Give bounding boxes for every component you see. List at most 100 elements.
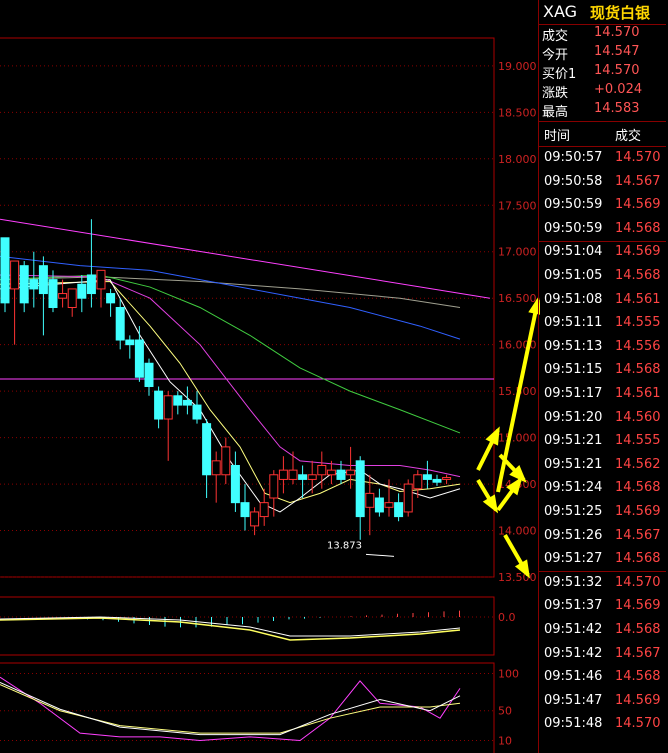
candle-body: [442, 477, 452, 480]
quote-row: 买价1 14.570: [538, 63, 666, 82]
tick-price: 14.568: [615, 362, 661, 378]
tick-row: 09:51:24 14.568: [538, 477, 666, 501]
quote-label: 成交: [542, 29, 569, 44]
ticks-price-header: 成交: [615, 129, 642, 144]
tick-price: 14.569: [615, 244, 661, 260]
tick-price: 14.570: [615, 716, 661, 732]
tick-time: 09:51:17: [544, 386, 603, 401]
quote-row: 最高 14.583: [538, 101, 666, 120]
tick-price: 14.561: [615, 386, 661, 401]
macd-dea-line: [0, 616, 461, 637]
tick-time: 09:51:13: [544, 338, 603, 354]
candle-body: [278, 469, 288, 480]
candle-body: [19, 265, 29, 304]
tick-time: 09:51:47: [544, 692, 603, 708]
candle-body: [259, 502, 269, 518]
candle-body: [394, 502, 404, 518]
tick-price: 14.569: [615, 197, 661, 213]
candle-body: [48, 279, 58, 309]
moving-average-line: [0, 279, 461, 513]
tick-time: 09:51:21: [544, 456, 603, 472]
tick-row: 09:50:58 14.567: [538, 171, 666, 195]
tick-time: 09:51:21: [544, 433, 603, 449]
tick-row: 09:51:08 14.561: [538, 289, 666, 313]
kdj-tick-label: 100: [498, 667, 519, 680]
tick-time: 09:51:42: [544, 645, 603, 661]
symbol-name: 现货白银: [590, 4, 651, 22]
macd-tick-label: 0.0: [498, 611, 516, 624]
candle-body: [346, 469, 356, 476]
tick-price: 14.568: [615, 551, 661, 567]
y-tick-label: 18.500: [498, 106, 537, 119]
tick-price: 14.568: [615, 480, 661, 496]
arrow-head: [485, 426, 500, 446]
candle-body: [134, 339, 144, 378]
tick-price: 14.568: [615, 220, 661, 236]
y-tick-label: 19.000: [498, 60, 537, 73]
quote-label: 今开: [542, 48, 569, 63]
candle-body: [413, 474, 423, 490]
tick-time: 09:51:15: [544, 362, 603, 378]
quote-value: 14.570: [594, 25, 640, 40]
tick-price: 14.568: [615, 669, 661, 685]
tick-time: 09:50:58: [544, 173, 603, 189]
tick-row: 09:50:57 14.570: [538, 147, 666, 171]
candle-body: [106, 293, 116, 304]
macd-dif-line: [0, 617, 461, 641]
tick-price: 14.570: [615, 574, 661, 590]
candle-body: [154, 390, 164, 420]
candle-body: [38, 265, 48, 295]
candle-body: [307, 474, 317, 480]
tick-row: 09:51:21 14.562: [538, 454, 666, 478]
tick-price: 14.555: [615, 315, 661, 331]
tick-row: 09:51:32 14.570: [538, 572, 666, 596]
tick-time: 09:50:57: [544, 150, 603, 165]
tick-row: 09:50:59 14.568: [538, 218, 666, 242]
candle-body: [288, 469, 298, 480]
candle-body: [240, 502, 250, 518]
tick-row: 09:51:48 14.570: [538, 713, 666, 737]
quote-value: +0.024: [594, 82, 643, 97]
tick-price: 14.567: [615, 173, 661, 189]
tick-time: 09:51:05: [544, 268, 603, 283]
candle-body: [384, 502, 394, 508]
tick-row: 09:51:20 14.560: [538, 407, 666, 431]
candle-body: [115, 307, 125, 341]
candle-body: [355, 460, 365, 518]
macd-panel-frame: [0, 596, 495, 656]
tick-row: 09:51:17 14.561: [538, 383, 666, 407]
tick-time: 09:51:27: [544, 551, 603, 567]
candle-body: [403, 483, 413, 513]
candle-body: [29, 279, 39, 290]
tick-row: 09:51:42 14.568: [538, 619, 666, 643]
candle-body: [0, 237, 10, 304]
quote-row: 今开 14.547: [538, 44, 666, 63]
tick-price: 14.567: [615, 645, 661, 661]
tick-time: 09:51:48: [544, 716, 603, 732]
tick-time: 09:51:11: [544, 315, 603, 331]
candle-body: [221, 446, 231, 476]
low-annotation-label: 13.873: [327, 540, 362, 551]
y-tick-label: 13.500: [498, 571, 537, 584]
tick-price: 14.568: [615, 622, 661, 637]
tick-row: 09:51:21 14.555: [538, 430, 666, 454]
candle-body: [86, 274, 96, 295]
candle-body: [173, 395, 183, 406]
symbol-header: XAG 现货白银: [538, 0, 666, 25]
tick-row: 09:51:27 14.568: [538, 548, 666, 572]
moving-average-line: [0, 218, 491, 299]
quote-label: 买价1: [542, 67, 577, 82]
tick-time: 09:51:32: [544, 574, 603, 590]
tick-price: 14.568: [615, 268, 661, 283]
tick-row: 09:51:13 14.556: [538, 336, 666, 360]
candle-body: [192, 404, 202, 420]
panel-border: [538, 0, 539, 753]
tick-time: 09:51:25: [544, 504, 603, 519]
y-tick-label: 14.000: [498, 525, 537, 538]
tick-price: 14.561: [615, 291, 661, 307]
tick-time: 09:51:37: [544, 598, 603, 614]
tick-price: 14.556: [615, 338, 661, 354]
kdj-line: [0, 676, 461, 742]
quote-value: 14.547: [594, 44, 640, 59]
candle-body: [250, 511, 260, 527]
